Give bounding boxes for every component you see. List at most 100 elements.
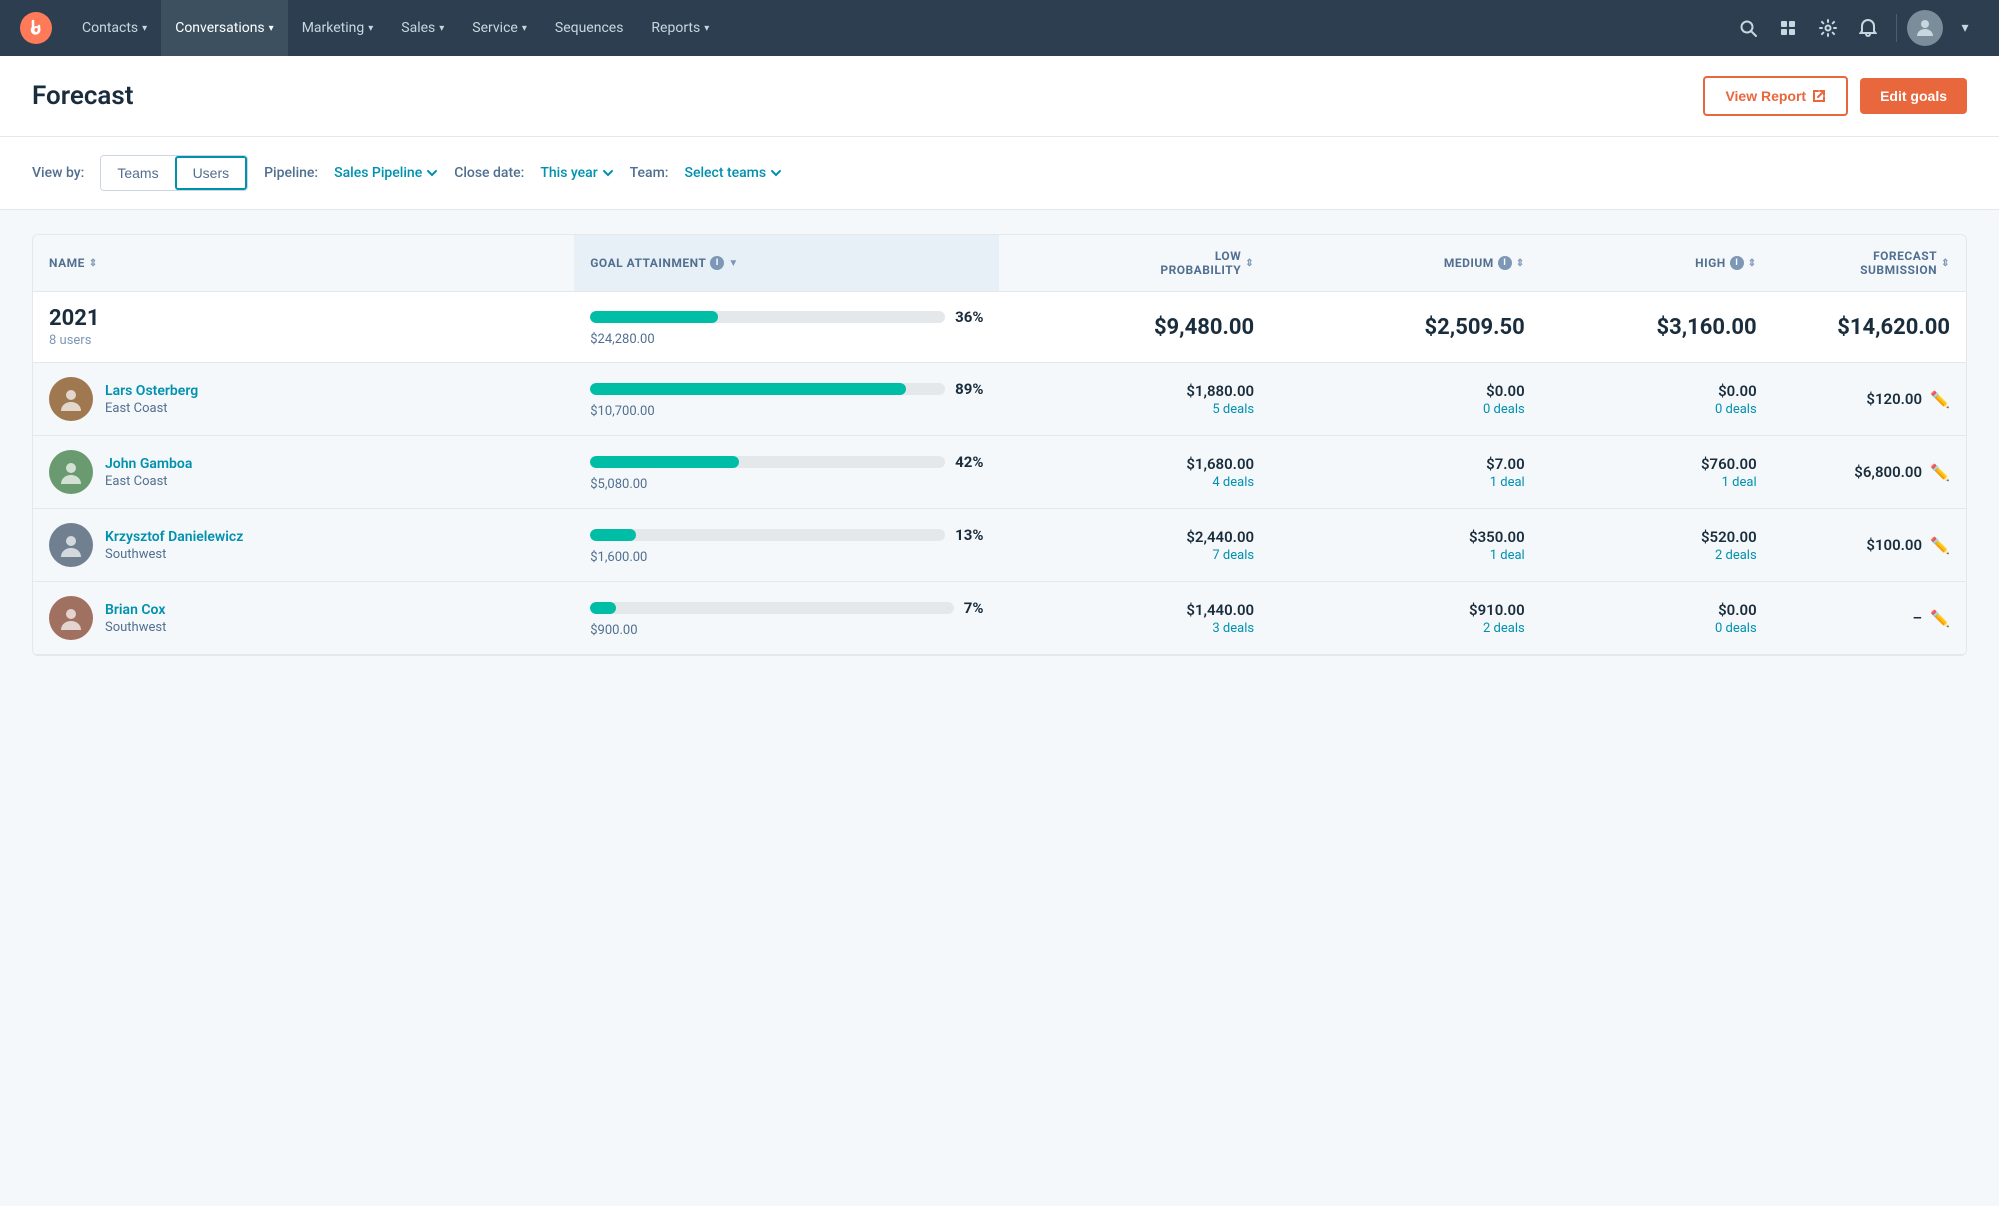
user-name[interactable]: Brian Cox	[105, 602, 166, 618]
notifications-button[interactable]	[1850, 10, 1886, 46]
medium-amount: $0.00	[1286, 382, 1525, 400]
edit-goals-button[interactable]: Edit goals	[1860, 78, 1967, 114]
progress-track	[590, 529, 945, 541]
user-low-cell: $1,680.00 4 deals	[999, 436, 1270, 509]
user-name[interactable]: Krzysztof Danielewicz	[105, 529, 243, 545]
user-name[interactable]: Lars Osterberg	[105, 383, 198, 399]
summary-low-value: $9,480.00	[1015, 315, 1254, 340]
col-header-medium[interactable]: MEDIUM i ⇕	[1270, 235, 1541, 292]
user-goal-cell: 89% $10,700.00	[574, 363, 999, 436]
low-amount: $1,440.00	[1015, 601, 1254, 619]
user-name-cell: Krzysztof Danielewicz Southwest	[33, 509, 574, 582]
chevron-icon: ▾	[704, 23, 709, 34]
user-forecast-cell: $120.00 ✏️	[1773, 363, 1966, 436]
account-menu-button[interactable]: ▾	[1947, 10, 1983, 46]
user-forecast-cell: – ✏️	[1773, 582, 1966, 655]
users-button[interactable]: Users	[175, 156, 248, 190]
user-avatar	[49, 377, 93, 421]
high-deals: 1 deal	[1557, 475, 1757, 490]
nav-sales[interactable]: Sales ▾	[387, 0, 458, 56]
low-deals: 3 deals	[1015, 621, 1254, 636]
forecast-amount: $120.00	[1866, 390, 1922, 408]
page-title: Forecast	[32, 81, 133, 111]
page-header: Forecast View Report Edit goals	[0, 56, 1999, 137]
info-icon[interactable]: i	[1730, 256, 1744, 270]
col-header-goal-attainment[interactable]: GOAL ATTAINMENT i ▼	[574, 235, 999, 292]
nav-service[interactable]: Service ▾	[458, 0, 541, 56]
user-high-cell: $0.00 0 deals	[1541, 363, 1773, 436]
progress-fill	[590, 456, 739, 468]
user-forecast-cell: $100.00 ✏️	[1773, 509, 1966, 582]
team-dropdown[interactable]: Select teams	[684, 165, 782, 181]
user-goal-amount: $10,700.00	[590, 404, 983, 419]
col-header-low-probability[interactable]: LOWPROBABILITY ⇕	[999, 235, 1270, 292]
top-navigation: Contacts ▾ Conversations ▾ Marketing ▾ S…	[0, 0, 1999, 56]
nav-marketing[interactable]: Marketing ▾	[288, 0, 388, 56]
high-deals: 2 deals	[1557, 548, 1757, 563]
user-goal-cell: 42% $5,080.00	[574, 436, 999, 509]
user-name-cell: John Gamboa East Coast	[33, 436, 574, 509]
chevron-icon: ▾	[368, 23, 373, 34]
col-header-high[interactable]: HIGH i ⇕	[1541, 235, 1773, 292]
medium-deals: 0 deals	[1286, 402, 1525, 417]
progress-fill	[590, 602, 615, 614]
forecast-amount: $6,800.00	[1854, 463, 1922, 481]
table-row: Brian Cox Southwest 7% $900.00 $1,440.00…	[33, 582, 1966, 655]
forecast-table-wrapper: NAME ⇕ GOAL ATTAINMENT i ▼ LOWPROBABILIT…	[32, 234, 1967, 656]
edit-forecast-icon[interactable]: ✏️	[1930, 390, 1950, 409]
high-amount: $760.00	[1557, 455, 1757, 473]
chevron-icon: ▾	[439, 23, 444, 34]
progress-track	[590, 456, 945, 468]
low-amount: $2,440.00	[1015, 528, 1254, 546]
low-amount: $1,680.00	[1015, 455, 1254, 473]
low-deals: 5 deals	[1015, 402, 1254, 417]
hubspot-logo[interactable]	[16, 8, 56, 48]
summary-medium-cell: $2,509.50	[1270, 292, 1541, 363]
close-date-dropdown[interactable]: This year	[540, 165, 613, 181]
chevron-icon: ▾	[269, 23, 274, 34]
user-low-cell: $1,440.00 3 deals	[999, 582, 1270, 655]
edit-forecast-icon[interactable]: ✏️	[1930, 463, 1950, 482]
summary-low-cell: $9,480.00	[999, 292, 1270, 363]
progress-track	[590, 602, 954, 614]
nav-sequences[interactable]: Sequences	[541, 0, 638, 56]
info-icon[interactable]: i	[1498, 256, 1512, 270]
high-amount: $520.00	[1557, 528, 1757, 546]
user-avatar[interactable]	[1907, 10, 1943, 46]
nav-reports[interactable]: Reports ▾	[637, 0, 723, 56]
edit-forecast-icon[interactable]: ✏️	[1930, 536, 1950, 555]
header-actions: View Report Edit goals	[1703, 76, 1967, 116]
user-goal-amount: $5,080.00	[590, 477, 983, 492]
col-header-name[interactable]: NAME ⇕	[33, 235, 574, 292]
progress-pct: 89%	[955, 380, 983, 398]
edit-forecast-icon[interactable]: ✏️	[1930, 609, 1950, 628]
progress-track	[590, 311, 945, 323]
sort-icon: ▼	[728, 258, 738, 269]
settings-button[interactable]	[1810, 10, 1846, 46]
user-name[interactable]: John Gamboa	[105, 456, 192, 472]
marketplace-button[interactable]	[1770, 10, 1806, 46]
progress-pct: 42%	[955, 453, 983, 471]
view-by-group: Teams Users	[100, 155, 248, 191]
team-label: Team:	[630, 165, 669, 181]
user-avatar	[49, 523, 93, 567]
user-team: East Coast	[105, 474, 192, 489]
search-button[interactable]	[1730, 10, 1766, 46]
table-row: Krzysztof Danielewicz Southwest 13% $1,6…	[33, 509, 1966, 582]
view-report-button[interactable]: View Report	[1703, 76, 1848, 116]
summary-high-cell: $3,160.00	[1541, 292, 1773, 363]
sort-icon: ⇕	[89, 258, 98, 269]
col-header-forecast-submission[interactable]: FORECASTSUBMISSION ⇕	[1773, 235, 1966, 292]
chevron-icon: ▾	[522, 23, 527, 34]
user-low-cell: $1,880.00 5 deals	[999, 363, 1270, 436]
pipeline-dropdown[interactable]: Sales Pipeline	[334, 165, 438, 181]
summary-name-cell: 2021 8 users	[33, 292, 574, 363]
user-high-cell: $520.00 2 deals	[1541, 509, 1773, 582]
nav-contacts[interactable]: Contacts ▾	[68, 0, 161, 56]
user-goal-amount: $1,600.00	[590, 550, 983, 565]
high-deals: 0 deals	[1557, 621, 1757, 636]
nav-conversations[interactable]: Conversations ▾	[161, 0, 288, 56]
info-icon[interactable]: i	[710, 256, 724, 270]
teams-button[interactable]: Teams	[101, 156, 174, 190]
summary-goal-amount: $24,280.00	[590, 332, 983, 347]
